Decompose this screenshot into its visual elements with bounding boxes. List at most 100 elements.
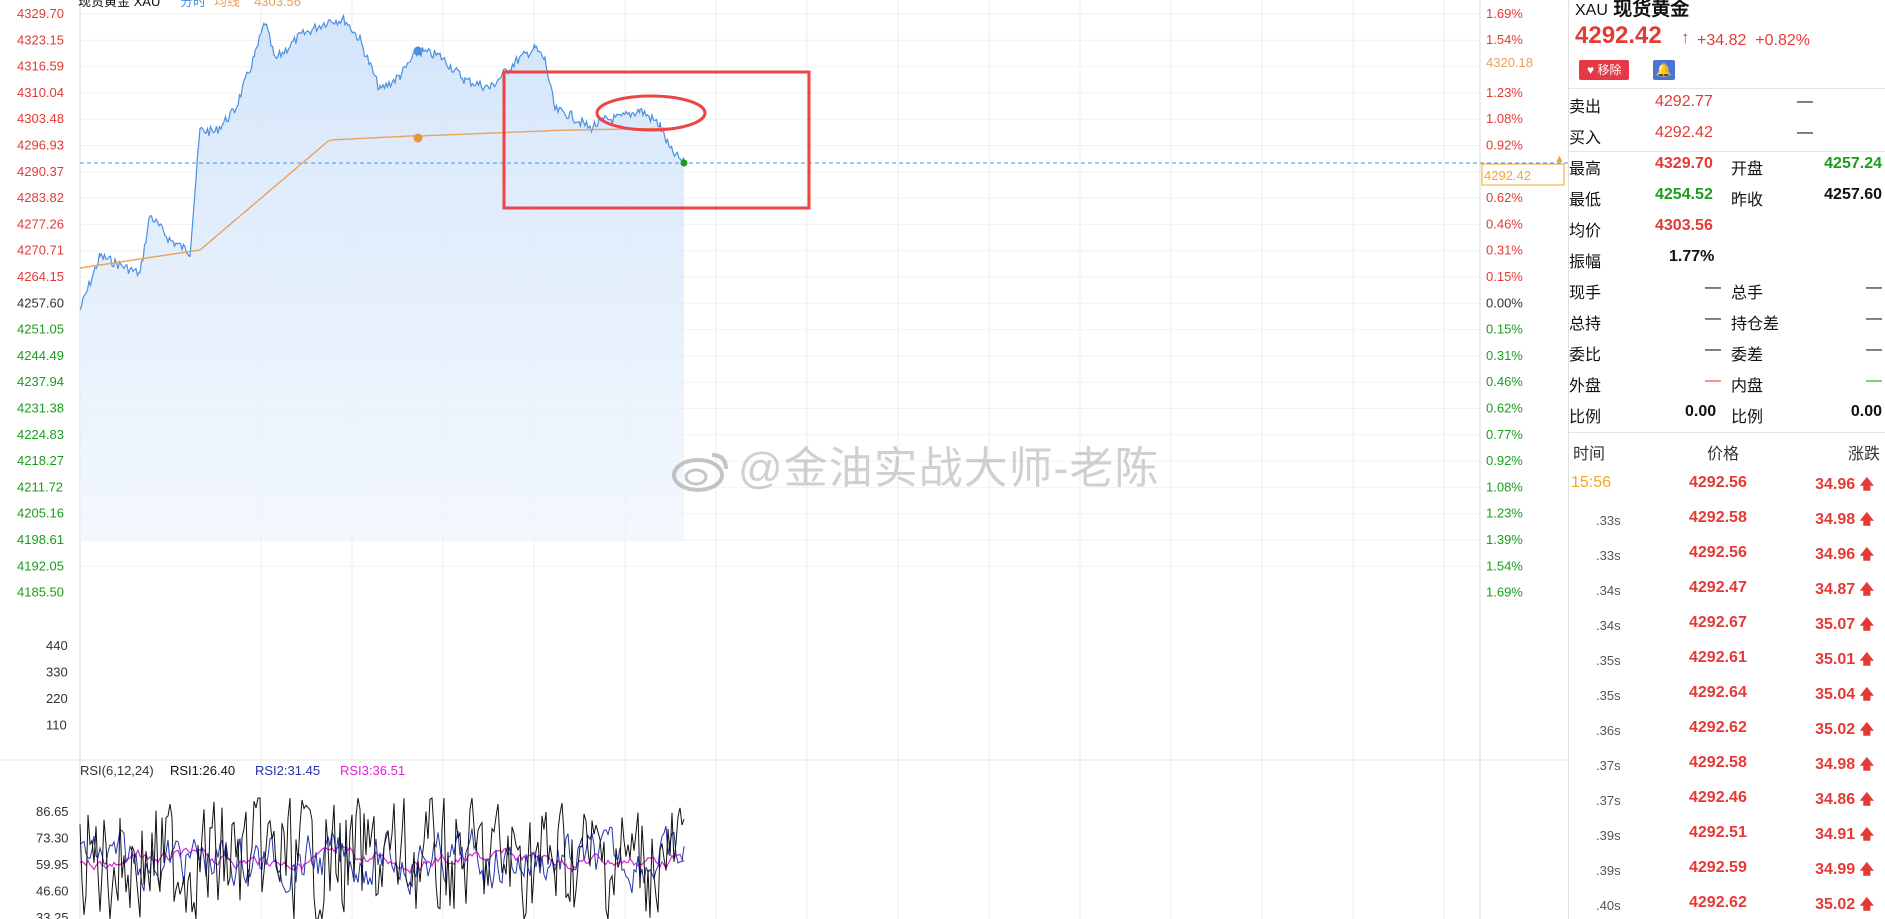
avg-price-text-label: 均价 — [1569, 223, 1602, 240]
tick-change: 34.91 🡅 — [1815, 826, 1874, 843]
rsi-label: RSI(6,12,24) — [80, 763, 154, 778]
up-arrow-icon: 🡅 — [1859, 511, 1874, 527]
percent-tick-label: 0.92% — [1486, 138, 1523, 153]
tick-price: 4292.58 — [1689, 754, 1747, 771]
tick-change: 34.87 🡅 — [1815, 581, 1874, 598]
up-arrow-icon: 🡅 — [1859, 896, 1874, 912]
volume-tick-label: 330 — [46, 665, 68, 680]
tick-price: 4292.47 — [1689, 579, 1747, 596]
weibo-logo-icon — [672, 453, 728, 493]
tick-row: 15:56 4292.56 34.96 🡅 — [1569, 470, 1885, 505]
avg-price-label: 4320.18 — [1486, 55, 1533, 70]
price-change: +34.82 +0.82% — [1697, 32, 1810, 50]
up-arrow-icon: 🡅 — [1859, 756, 1874, 772]
total-hold-value: — — [1705, 310, 1721, 327]
rsi3-value: RSI3:36.51 — [340, 763, 405, 778]
high-value: 4329.70 — [1655, 155, 1713, 172]
buy-label: 买入 — [1569, 130, 1602, 147]
entrust-diff-value: — — [1866, 341, 1882, 358]
outer-label: 外盘 — [1569, 378, 1602, 395]
rsi-tick-label: 33.25 — [36, 910, 69, 919]
tick-price: 4292.62 — [1689, 719, 1747, 736]
tick-row: .35s 4292.61 35.01 🡅 — [1569, 645, 1885, 680]
percent-tick-label: 0.15% — [1486, 269, 1523, 284]
watermark: @金油实战大师-老陈 — [670, 432, 1159, 496]
tick-time: .36s — [1596, 723, 1621, 738]
change-value: +34.82 — [1697, 32, 1747, 49]
rsi-axis: 86.65 73.30 59.95 46.60 33.25 — [36, 804, 69, 919]
tick-row: .36s 4292.62 35.02 🡅 — [1569, 715, 1885, 750]
tick-change: 35.04 🡅 — [1815, 686, 1874, 703]
total-hand-value: — — [1866, 279, 1882, 296]
price-tick-label: 4270.71 — [17, 243, 64, 258]
percent-tick-label: 0.46% — [1486, 374, 1523, 389]
rsi1-value: RSI1:26.40 — [170, 763, 235, 778]
price-up-arrow-icon: ↑ — [1681, 28, 1690, 47]
avg-row: 均价 4303.56 — [1569, 212, 1885, 243]
percent-axis-right: 1.69% 1.54% 1.23% 1.08% 0.92% 0.77% 0.62% 0.46%… — [1486, 6, 1523, 600]
watermark-text: @金油实战大师-老陈 — [738, 444, 1160, 493]
amplitude-value: 1.77% — [1669, 248, 1715, 265]
inner-label: 内盘 — [1731, 378, 1764, 395]
volume-tick-label: 110 — [46, 718, 67, 733]
sell-label: 卖出 — [1569, 99, 1602, 116]
tick-row: .34s 4292.67 35.07 🡅 — [1569, 610, 1885, 645]
tick-change: 35.01 🡅 — [1815, 651, 1874, 668]
tick-row: .33s 4292.56 34.96 🡅 — [1569, 540, 1885, 575]
legend-avg-value: 4303.56 — [254, 0, 301, 9]
open-label: 开盘 — [1731, 161, 1764, 178]
up-arrow-icon: 🡅 — [1859, 546, 1874, 562]
price-tick-label: 4296.93 — [17, 138, 64, 153]
tick-price: 4292.58 — [1689, 509, 1747, 526]
percent-tick-label: 1.69% — [1486, 6, 1523, 21]
quote-name: 现货黄金 — [1613, 0, 1690, 20]
price-tick-label: 4211.72 — [17, 479, 63, 494]
price-tick-label: 4264.15 — [17, 269, 64, 284]
up-arrow-icon: 🡅 — [1859, 826, 1874, 842]
outer-inner-row: 外盘 — 内盘 — — [1569, 367, 1885, 398]
price-axis-left: 4329.70 4323.15 4316.59 4310.04 4303.48 4296.… — [17, 6, 64, 600]
high-label: 最高 — [1569, 161, 1602, 178]
quote-side-panel: XAU 现货黄金 4292.42 ↑ +34.82 +0.82% ♥ 移除 🔔 … — [1568, 0, 1885, 919]
tick-time: .33s — [1596, 513, 1621, 528]
alert-bell-button[interactable]: 🔔 — [1653, 60, 1675, 80]
remove-watchlist-button[interactable]: ♥ 移除 — [1579, 60, 1630, 80]
last-price: 4292.42 — [1575, 22, 1662, 49]
tick-change: 35.02 🡅 — [1815, 721, 1874, 738]
price-tick-label: 4303.48 — [17, 111, 64, 126]
hold-row: 总持 — 持仓差 — — [1569, 305, 1885, 336]
sell-volume: — — [1797, 93, 1813, 110]
up-arrow-icon: 🡅 — [1859, 581, 1874, 597]
price-tick-label: 4192.05 — [17, 558, 64, 573]
percent-tick-label: 0.62% — [1486, 190, 1523, 205]
tick-time: .37s — [1596, 793, 1621, 808]
hand-row: 现手 — 总手 — — [1569, 274, 1885, 305]
tick-price: 4292.56 — [1689, 544, 1747, 561]
price-tick-label: 4323.15 — [17, 32, 64, 47]
rsi2-value: RSI2:31.45 — [255, 763, 320, 778]
legend-avg-label: 均线 — [214, 0, 240, 9]
hold-diff-label: 持仓差 — [1731, 316, 1780, 333]
low-value: 4254.52 — [1655, 186, 1713, 203]
tick-change: 34.86 🡅 — [1815, 791, 1874, 808]
avg-marker-dot — [413, 133, 423, 143]
percent-tick-label: 0.31% — [1486, 243, 1523, 258]
tick-change: 34.96 🡅 — [1815, 476, 1874, 493]
tick-row: .35s 4292.64 35.04 🡅 — [1569, 680, 1885, 715]
rsi-tick-label: 73.30 — [36, 831, 69, 846]
price-tick-label: 4224.83 — [17, 427, 64, 442]
tick-row: .40s 4292.62 35.02 🡅 — [1569, 890, 1885, 919]
quote-symbol: XAU — [1575, 2, 1608, 19]
tick-time: .37s — [1596, 758, 1621, 773]
tick-row: .34s 4292.47 34.87 🡅 — [1569, 575, 1885, 610]
up-arrow-icon: 🡅 — [1859, 861, 1874, 877]
rsi-tick-label: 59.95 — [36, 857, 69, 872]
percent-tick-label: 0.92% — [1486, 453, 1523, 468]
percent-tick-label: 0.62% — [1486, 401, 1523, 416]
tick-price: 4292.62 — [1689, 894, 1747, 911]
price-area-fill — [80, 15, 684, 541]
percent-tick-label: 0.77% — [1486, 427, 1523, 442]
ratio-label-1: 比例 — [1569, 409, 1602, 426]
intraday-chart-area[interactable]: 现货黄金 XAU 分时 均线 4303.56 4329.70 4323.15 431… — [0, 0, 1568, 919]
current-price-arrow-icon: ▲ — [1554, 153, 1565, 165]
